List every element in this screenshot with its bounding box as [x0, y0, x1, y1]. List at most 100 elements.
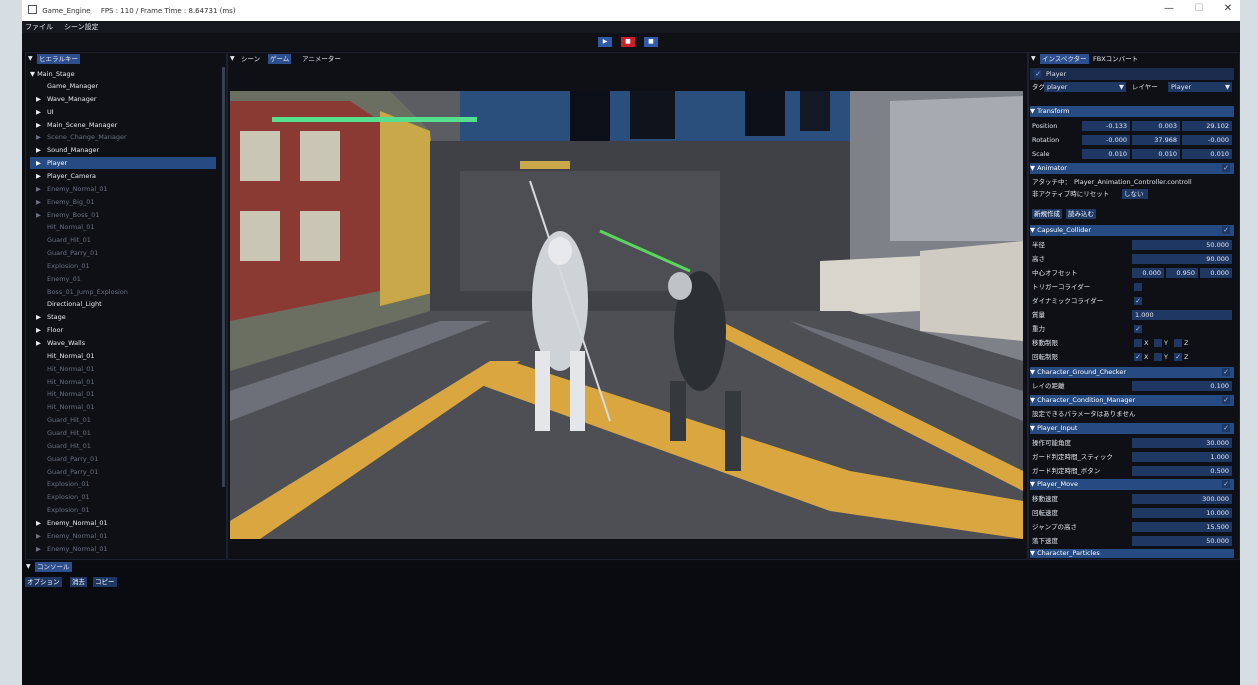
capsule-collider-header[interactable]: ▼ Capsule_Collider ✓ — [1030, 225, 1234, 236]
hierarchy-item[interactable]: ▶ Player — [30, 157, 216, 170]
expand-icon[interactable]: ▶ — [36, 157, 47, 169]
game-viewport[interactable] — [230, 91, 1023, 539]
hierarchy-item[interactable]: Directional_Light — [30, 298, 216, 310]
position-z-field[interactable]: 29.102 — [1182, 121, 1232, 131]
hierarchy-item[interactable]: ▶ Enemy_Normal_01 — [30, 543, 216, 555]
input-field[interactable]: 0.500 — [1132, 466, 1232, 476]
input-enabled-checkbox[interactable]: ✓ — [1222, 424, 1230, 432]
hierarchy-item[interactable]: Guard_Hit_01 — [30, 427, 216, 439]
hierarchy-item[interactable]: Guard_Parry_01 — [30, 453, 216, 465]
collapse-icon[interactable]: ▼ — [230, 55, 235, 62]
hierarchy-item[interactable]: ▶ Player_Camera — [30, 170, 216, 182]
menu-file[interactable]: ファイル — [25, 22, 53, 32]
particles-header[interactable]: ▼ Character_Particles — [1030, 549, 1234, 558]
center-y-field[interactable]: 0.950 — [1166, 268, 1198, 278]
rotation-y-field[interactable]: 37.968 — [1132, 135, 1180, 145]
input-field[interactable]: 30.000 — [1132, 438, 1232, 448]
tab-fbx-convert[interactable]: FBXコンバート — [1091, 54, 1140, 64]
copy-button[interactable]: コピー — [93, 577, 117, 587]
hierarchy-item[interactable]: ▶ Sound_Manager — [30, 144, 216, 156]
ray-distance-field[interactable]: 0.100 — [1132, 381, 1232, 391]
rot-lock-x-checkbox[interactable]: ✓ — [1134, 353, 1142, 361]
menu-scene-settings[interactable]: シーン設定 — [64, 22, 99, 32]
expand-icon[interactable]: ▶ — [36, 530, 47, 542]
transform-header[interactable]: ▼ Transform — [1030, 106, 1234, 117]
expand-icon[interactable]: ▶ — [36, 183, 47, 195]
hierarchy-item[interactable]: ▶ Enemy_Normal_01 — [30, 530, 216, 542]
hierarchy-item[interactable]: Guard_Hit_01 — [30, 440, 216, 452]
hierarchy-item[interactable]: ▶ UI — [30, 106, 216, 118]
height-field[interactable]: 90.000 — [1132, 254, 1232, 264]
tab-inspector[interactable]: インスペクター — [1040, 54, 1089, 64]
hierarchy-item[interactable]: ▶ Floor — [30, 324, 216, 336]
collapse-icon[interactable]: ▼ — [26, 563, 31, 570]
expand-icon[interactable]: ▶ — [36, 324, 47, 336]
layer-select[interactable]: Player ▼ — [1168, 82, 1232, 92]
tab-hierarchy[interactable]: ヒエラルキー — [37, 54, 80, 64]
expand-icon[interactable]: ▶ — [36, 337, 47, 349]
expand-icon[interactable]: ▶ — [36, 106, 47, 118]
hierarchy-item[interactable]: ▶ Enemy_Normal_01 — [30, 517, 216, 529]
scale-x-field[interactable]: 0.010 — [1082, 149, 1130, 159]
expand-icon[interactable]: ▶ — [36, 93, 47, 105]
condition-enabled-checkbox[interactable]: ✓ — [1222, 396, 1230, 404]
move-field[interactable]: 15.500 — [1132, 522, 1232, 532]
pause-button[interactable]: ■ — [644, 37, 658, 47]
hierarchy-item[interactable]: ▶ Wave_Walls — [30, 337, 216, 349]
reset-select[interactable]: しない — [1122, 189, 1148, 199]
rot-lock-y-checkbox[interactable] — [1154, 353, 1162, 361]
center-x-field[interactable]: 0.000 — [1132, 268, 1164, 278]
lock-z-checkbox[interactable] — [1174, 339, 1182, 347]
clear-button[interactable]: 消去 — [70, 577, 87, 587]
active-checkbox[interactable]: ✓ — [1034, 70, 1042, 78]
rot-lock-z-checkbox[interactable]: ✓ — [1174, 353, 1182, 361]
hierarchy-item[interactable]: ▶ Enemy_Normal_01 — [30, 183, 216, 195]
move-field[interactable]: 300.000 — [1132, 494, 1232, 504]
dynamic-checkbox[interactable]: ✓ — [1134, 297, 1142, 305]
scale-z-field[interactable]: 0.010 — [1182, 149, 1232, 159]
expand-icon[interactable]: ▶ — [36, 170, 47, 182]
tab-animator[interactable]: アニメーター — [300, 54, 343, 64]
player-input-header[interactable]: ▼ Player_Input ✓ — [1030, 423, 1234, 434]
hierarchy-item[interactable]: Hit_Normal_01 — [30, 221, 216, 233]
hierarchy-item[interactable]: Explosion_01 — [30, 478, 216, 490]
hierarchy-scrollbar[interactable] — [222, 67, 225, 487]
expand-icon[interactable]: ▶ — [36, 543, 47, 555]
gravity-checkbox[interactable]: ✓ — [1134, 325, 1142, 333]
animator-enabled-checkbox[interactable]: ✓ — [1222, 164, 1230, 172]
tag-select[interactable]: player ▼ — [1044, 82, 1126, 92]
hierarchy-item[interactable]: ▶ Stage — [30, 311, 216, 323]
hierarchy-item[interactable]: Explosion_01 — [30, 504, 216, 516]
hierarchy-item[interactable]: ▶ Enemy_Boss_01 — [30, 209, 216, 221]
hierarchy-item[interactable]: Hit_Normal_01 — [30, 376, 216, 388]
move-enabled-checkbox[interactable]: ✓ — [1222, 480, 1230, 488]
move-field[interactable]: 10.000 — [1132, 508, 1232, 518]
stop-button[interactable]: ■ — [621, 37, 635, 47]
move-field[interactable]: 50.000 — [1132, 536, 1232, 546]
expand-icon[interactable]: ▶ — [36, 196, 47, 208]
lock-y-checkbox[interactable] — [1154, 339, 1162, 347]
hierarchy-item[interactable]: Explosion_01 — [30, 260, 216, 272]
player-move-header[interactable]: ▼ Player_Move ✓ — [1030, 479, 1234, 490]
expand-icon[interactable]: ▶ — [36, 119, 47, 131]
rotation-z-field[interactable]: -0.000 — [1182, 135, 1232, 145]
hierarchy-root[interactable]: ▼ Main_Stage — [30, 68, 75, 80]
hierarchy-item[interactable]: Hit_Normal_01 — [30, 388, 216, 400]
animator-header[interactable]: ▼ Animator ✓ — [1030, 163, 1234, 174]
close-button[interactable]: ✕ — [1221, 3, 1235, 14]
tab-console[interactable]: コンソール — [35, 562, 72, 572]
position-x-field[interactable]: -0.133 — [1082, 121, 1130, 131]
hierarchy-item[interactable]: Enemy_01 — [30, 273, 216, 285]
hierarchy-item[interactable]: Boss_01_Jump_Explosion — [30, 286, 216, 298]
collapse-icon[interactable]: ▼ — [1031, 55, 1036, 62]
options-button[interactable]: オプション — [25, 577, 62, 587]
condition-manager-header[interactable]: ▼ Character_Condition_Manager ✓ — [1030, 395, 1234, 406]
hierarchy-item[interactable]: Guard_Parry_01 — [30, 466, 216, 478]
maximize-button[interactable]: ☐ — [1192, 3, 1206, 14]
expand-icon[interactable]: ▶ — [36, 311, 47, 323]
position-y-field[interactable]: 0.003 — [1132, 121, 1180, 131]
expand-icon[interactable]: ▶ — [36, 209, 47, 221]
mass-field[interactable]: 1.000 — [1132, 310, 1232, 320]
hierarchy-item[interactable]: Game_Manager — [30, 80, 216, 92]
hierarchy-item[interactable]: Guard_Parry_01 — [30, 247, 216, 259]
